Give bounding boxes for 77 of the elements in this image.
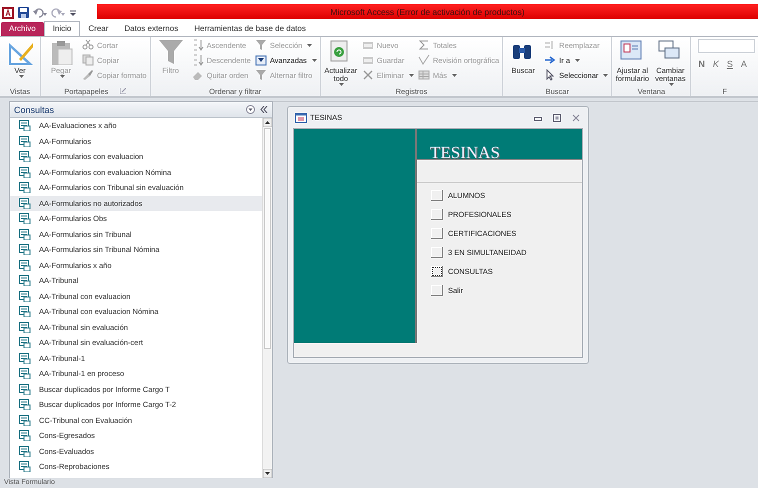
query-icon	[19, 399, 31, 410]
close-icon	[572, 114, 580, 122]
pointer-icon	[544, 69, 556, 81]
caret-icon	[668, 83, 674, 86]
brush-icon	[82, 69, 94, 81]
caret-icon	[603, 74, 608, 76]
query-icon	[19, 414, 31, 426]
pane-title: Consultas	[14, 104, 56, 114]
query-icon	[19, 337, 31, 348]
caret-icon	[575, 58, 580, 62]
funnel-icon	[158, 39, 184, 65]
query-icon	[19, 244, 31, 256]
query-icon	[19, 461, 31, 472]
ribbon-tab[interactable]: Crear	[80, 22, 116, 36]
copy-icon	[82, 54, 94, 66]
scrollbar[interactable]	[262, 118, 272, 478]
query-icon	[19, 275, 31, 286]
restore-icon	[552, 114, 560, 122]
query-icon	[19, 352, 31, 364]
redo-icon	[51, 8, 65, 18]
query-icon	[19, 151, 31, 162]
undo-icon	[33, 8, 47, 18]
caret-icon	[60, 75, 64, 78]
query-icon	[19, 430, 31, 442]
format-button[interactable]: N	[698, 59, 705, 69]
ribbon-tab[interactable]: Datos externos	[116, 22, 186, 36]
query-icon	[19, 322, 31, 333]
sigma-icon	[418, 39, 430, 51]
query-icon	[19, 446, 31, 457]
font-name-field[interactable]	[698, 39, 755, 53]
record-icon	[362, 54, 374, 66]
query-icon	[19, 228, 31, 240]
delete-icon	[362, 69, 374, 81]
funnel-icon	[254, 69, 267, 81]
caret-icon	[312, 58, 317, 62]
sort-descending-icon	[192, 54, 204, 66]
dropdown-icon	[246, 105, 255, 114]
file-tab[interactable]: Archivo	[1, 22, 44, 36]
caret-icon	[339, 83, 344, 86]
eraser-icon	[192, 69, 204, 81]
query-icon	[19, 290, 31, 302]
query-icon	[19, 198, 31, 209]
query-icon	[19, 166, 31, 178]
form-heading: TESINAS	[430, 144, 500, 162]
query-icon	[19, 384, 31, 395]
window-title: Microsoft Access (Error de activación de productos)	[330, 6, 525, 16]
query-icon	[19, 120, 31, 132]
ribbon-tab[interactable]: Inicio	[44, 21, 80, 36]
query-icon	[19, 182, 31, 194]
arrow-right-icon	[544, 54, 556, 66]
format-button[interactable]: A	[740, 59, 747, 69]
caret-icon	[18, 75, 24, 78]
query-icon	[19, 136, 31, 147]
query-icon	[19, 306, 31, 318]
ribbon-tab[interactable]: Herramientas de base de datos	[186, 22, 314, 36]
table-icon	[418, 69, 430, 81]
caret-icon	[307, 44, 312, 46]
collapse-icon	[260, 106, 268, 113]
scissors-icon	[82, 39, 94, 51]
query-icon	[19, 368, 31, 380]
form-icon	[295, 112, 307, 122]
record-icon	[362, 39, 374, 51]
command-button[interactable]	[431, 266, 443, 276]
filter-options-icon	[254, 54, 267, 66]
funnel-icon	[254, 39, 267, 51]
format-button[interactable]: S	[726, 59, 733, 69]
sort-ascending-icon	[192, 39, 204, 51]
query-icon	[19, 260, 31, 271]
customize-icon	[69, 8, 77, 18]
caret-icon	[408, 74, 414, 76]
query-icon	[19, 213, 31, 224]
format-button[interactable]: K	[712, 59, 719, 69]
minimize-icon	[534, 114, 542, 120]
caret-icon	[452, 74, 458, 76]
save-icon	[18, 7, 29, 18]
spelling-icon	[418, 54, 430, 66]
scroll-thumb[interactable]	[264, 128, 271, 349]
